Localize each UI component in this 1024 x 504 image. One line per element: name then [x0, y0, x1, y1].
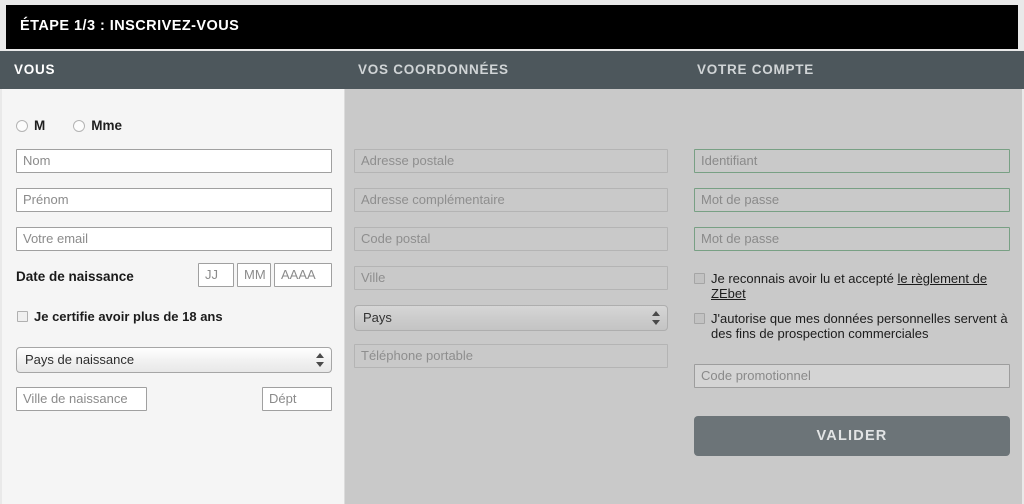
birth-city-input[interactable]: Ville de naissance: [16, 387, 147, 411]
validate-button[interactable]: VALIDER: [694, 416, 1010, 456]
column-header-vous: VOUS: [14, 62, 56, 77]
birth-country-select[interactable]: Pays de naissance: [16, 347, 332, 373]
city-input[interactable]: Ville: [354, 266, 668, 290]
country-select[interactable]: Pays: [354, 305, 668, 331]
column-header-strip: VOUS VOS COORDONNÉES VOTRE COMPTE: [0, 51, 1024, 89]
terms-text: Je reconnais avoir lu et accepté le règl…: [711, 271, 1012, 301]
column-header-coordonnees: VOS COORDONNÉES: [358, 62, 509, 77]
gender-label-mme: Mme: [91, 118, 123, 133]
radio-icon-m[interactable]: [16, 119, 28, 132]
email-input[interactable]: Votre email: [16, 227, 332, 251]
postal-code-input[interactable]: Code postal: [354, 227, 668, 251]
birth-country-value: Pays de naissance: [25, 352, 135, 367]
gender-option-m[interactable]: M: [16, 118, 45, 133]
password-input[interactable]: Mot de passe: [694, 188, 1010, 212]
birthdate-label: Date de naissance: [16, 269, 134, 284]
prenom-input[interactable]: Prénom: [16, 188, 332, 212]
signup-page: ÉTAPE 1/3 : INSCRIVEZ-VOUS VOUS VOS COOR…: [0, 0, 1024, 504]
terms-row[interactable]: Je reconnais avoir lu et accepté le règl…: [694, 271, 1012, 301]
terms-checkbox[interactable]: [694, 273, 705, 284]
marketing-text: J'autorise que mes données personnelles …: [711, 311, 1008, 341]
radio-icon-mme[interactable]: [73, 119, 86, 132]
panel-compte: Identifiant Mot de passe Mot de passe Je…: [686, 89, 1022, 504]
birth-month-input[interactable]: MM: [237, 263, 271, 287]
birth-day-input[interactable]: JJ: [198, 263, 234, 287]
birth-year-input[interactable]: AAAA: [274, 263, 332, 287]
column-header-compte: VOTRE COMPTE: [697, 62, 815, 77]
panel-vous: M Mme Nom Prénom Votre email Date de nai…: [2, 89, 345, 504]
marketing-row[interactable]: J'autorise que mes données personnelles …: [694, 311, 1014, 341]
marketing-checkbox[interactable]: [694, 313, 705, 324]
password-confirm-input[interactable]: Mot de passe: [694, 227, 1010, 251]
nom-input[interactable]: Nom: [16, 149, 332, 173]
age-certify-label: Je certifie avoir plus de 18 ans: [34, 309, 223, 324]
age-certify-row[interactable]: Je certifie avoir plus de 18 ans: [17, 309, 223, 324]
stepper-arrows-icon: [652, 310, 661, 326]
mobile-input[interactable]: Téléphone portable: [354, 344, 668, 368]
step-bar: ÉTAPE 1/3 : INSCRIVEZ-VOUS: [6, 5, 1018, 49]
stepper-arrows-icon: [316, 352, 325, 368]
username-input[interactable]: Identifiant: [694, 149, 1010, 173]
step-title: ÉTAPE 1/3 : INSCRIVEZ-VOUS: [20, 18, 240, 34]
gender-radio-group: M Mme: [16, 118, 150, 133]
gender-label-m: M: [34, 118, 46, 133]
gender-option-mme[interactable]: Mme: [73, 118, 122, 133]
address-input[interactable]: Adresse postale: [354, 149, 668, 173]
address-extra-input[interactable]: Adresse complémentaire: [354, 188, 668, 212]
terms-text-before: Je reconnais avoir lu et accepté: [711, 271, 898, 286]
country-value: Pays: [363, 310, 392, 325]
birth-dept-input[interactable]: Dépt: [262, 387, 332, 411]
panel-coordonnees: Adresse postale Adresse complémentaire C…: [345, 89, 686, 504]
age-certify-checkbox[interactable]: [17, 311, 28, 322]
promo-code-input[interactable]: Code promotionnel: [694, 364, 1010, 388]
